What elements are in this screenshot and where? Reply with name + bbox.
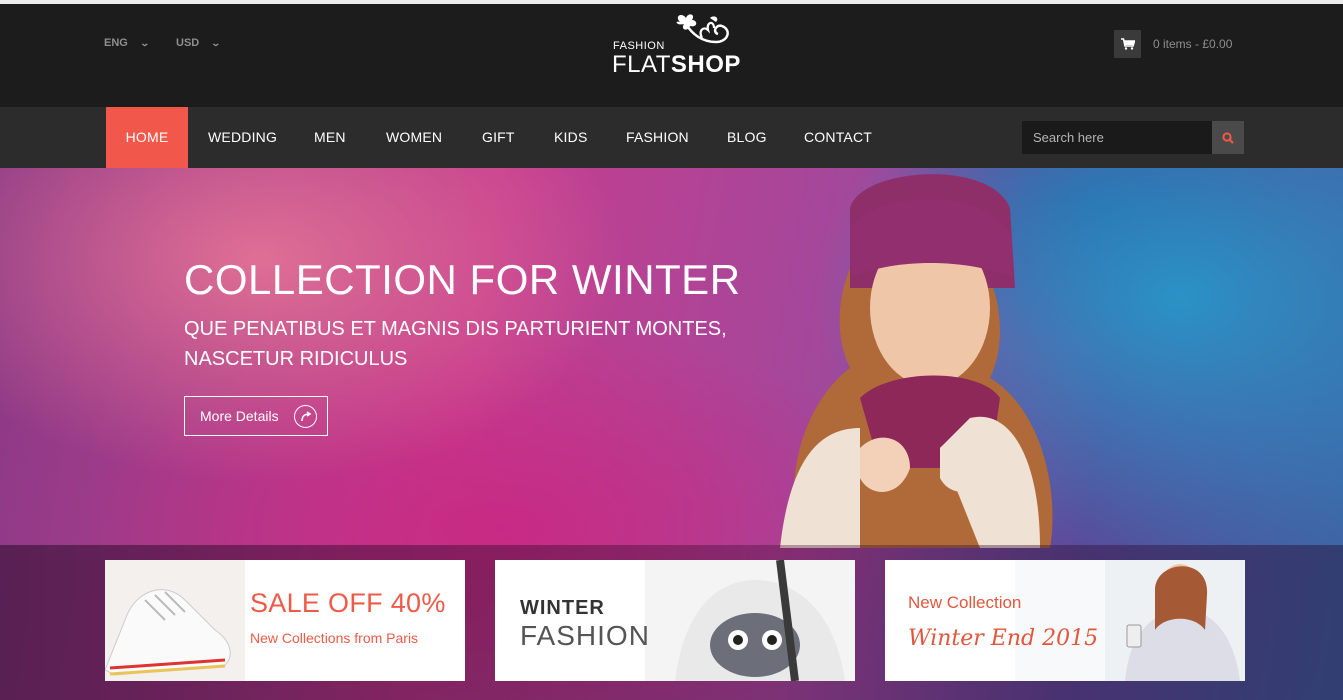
sneakers-image xyxy=(105,560,245,681)
flower-logo-icon xyxy=(676,14,729,44)
cart-button[interactable] xyxy=(1114,30,1141,58)
arrow-icon xyxy=(300,410,311,421)
sweater-model-image xyxy=(645,560,855,681)
cart-icon xyxy=(1120,38,1135,50)
search-box xyxy=(1022,121,1244,154)
nav-item-home[interactable]: HOME xyxy=(106,107,188,168)
currency-selector[interactable]: USD ⌄ xyxy=(176,37,222,49)
nav-item-blog[interactable]: BLOG xyxy=(727,107,767,168)
banner-sale-title: SALE OFF 40% xyxy=(250,588,446,618)
search-icon xyxy=(1222,131,1234,144)
promo-banner-sale[interactable]: SALE OFF 40% New Collections from Paris xyxy=(105,560,465,681)
phone-model-image xyxy=(1015,560,1245,681)
nav-item-men[interactable]: MEN xyxy=(314,107,346,168)
hero-subtitle-line-2: NASCETUR RIDICULUS xyxy=(184,348,408,370)
language-selector[interactable]: ENG ⌄ xyxy=(104,37,150,49)
arrow-circle-icon xyxy=(294,405,317,428)
logo-big-text: FLATSHOP xyxy=(612,53,741,77)
promo-banner-new-collection[interactable]: New Collection Winter End 2015 xyxy=(885,560,1245,681)
more-details-button[interactable]: More Details xyxy=(184,396,328,436)
nav-item-women[interactable]: WOMEN xyxy=(386,107,442,168)
language-label: ENG xyxy=(104,37,128,49)
hero-slider[interactable]: COLLECTION FOR WINTER QUE PENATIBUS ET M… xyxy=(0,168,1343,700)
banner-fashion-title: FASHION xyxy=(520,620,650,651)
nav-item-kids[interactable]: KIDS xyxy=(554,107,587,168)
header: ENG ⌄ USD ⌄ FASHION FLATSHOP 0 items - £… xyxy=(0,4,1343,107)
nav-item-wedding[interactable]: WEDDING xyxy=(208,107,277,168)
main-nav: HOME WEDDING MEN WOMEN GIFT KIDS FASHION… xyxy=(0,107,1343,168)
nav-item-fashion[interactable]: FASHION xyxy=(626,107,689,168)
banner-sale-subtitle: New Collections from Paris xyxy=(250,630,419,646)
hero-subtitle: QUE PENATIBUS ET MAGNIS DIS PARTURIENT M… xyxy=(184,314,784,374)
promo-banner-winter-fashion[interactable]: WINTER FASHION xyxy=(495,560,855,681)
logo[interactable]: FASHION FLATSHOP xyxy=(612,12,742,82)
hero-title: COLLECTION FOR WINTER xyxy=(184,256,741,303)
hero-subtitle-line-1: QUE PENATIBUS ET MAGNIS DIS PARTURIENT M… xyxy=(184,318,727,340)
chevron-down-icon: ⌄ xyxy=(210,37,222,48)
currency-label: USD xyxy=(176,37,200,49)
more-details-label: More Details xyxy=(200,408,279,424)
page: ENG ⌄ USD ⌄ FASHION FLATSHOP 0 items - £… xyxy=(0,0,1343,700)
cart[interactable]: 0 items - £0.00 xyxy=(1114,30,1232,58)
cart-summary[interactable]: 0 items - £0.00 xyxy=(1153,37,1232,51)
banner-winter-title: WINTER xyxy=(520,597,605,619)
search-button[interactable] xyxy=(1212,121,1244,154)
logo-shop: SHOP xyxy=(670,51,741,78)
search-input[interactable] xyxy=(1022,121,1212,154)
model-image xyxy=(780,174,1053,548)
nav-item-gift[interactable]: GIFT xyxy=(482,107,515,168)
nav-item-contact[interactable]: CONTACT xyxy=(804,107,872,168)
banner-new-collection-title: New Collection xyxy=(908,593,1022,612)
logo-flat: FLAT xyxy=(612,51,671,78)
chevron-down-icon: ⌄ xyxy=(139,37,150,48)
banner-winter-end-title: Winter End 2015 xyxy=(908,626,1099,651)
